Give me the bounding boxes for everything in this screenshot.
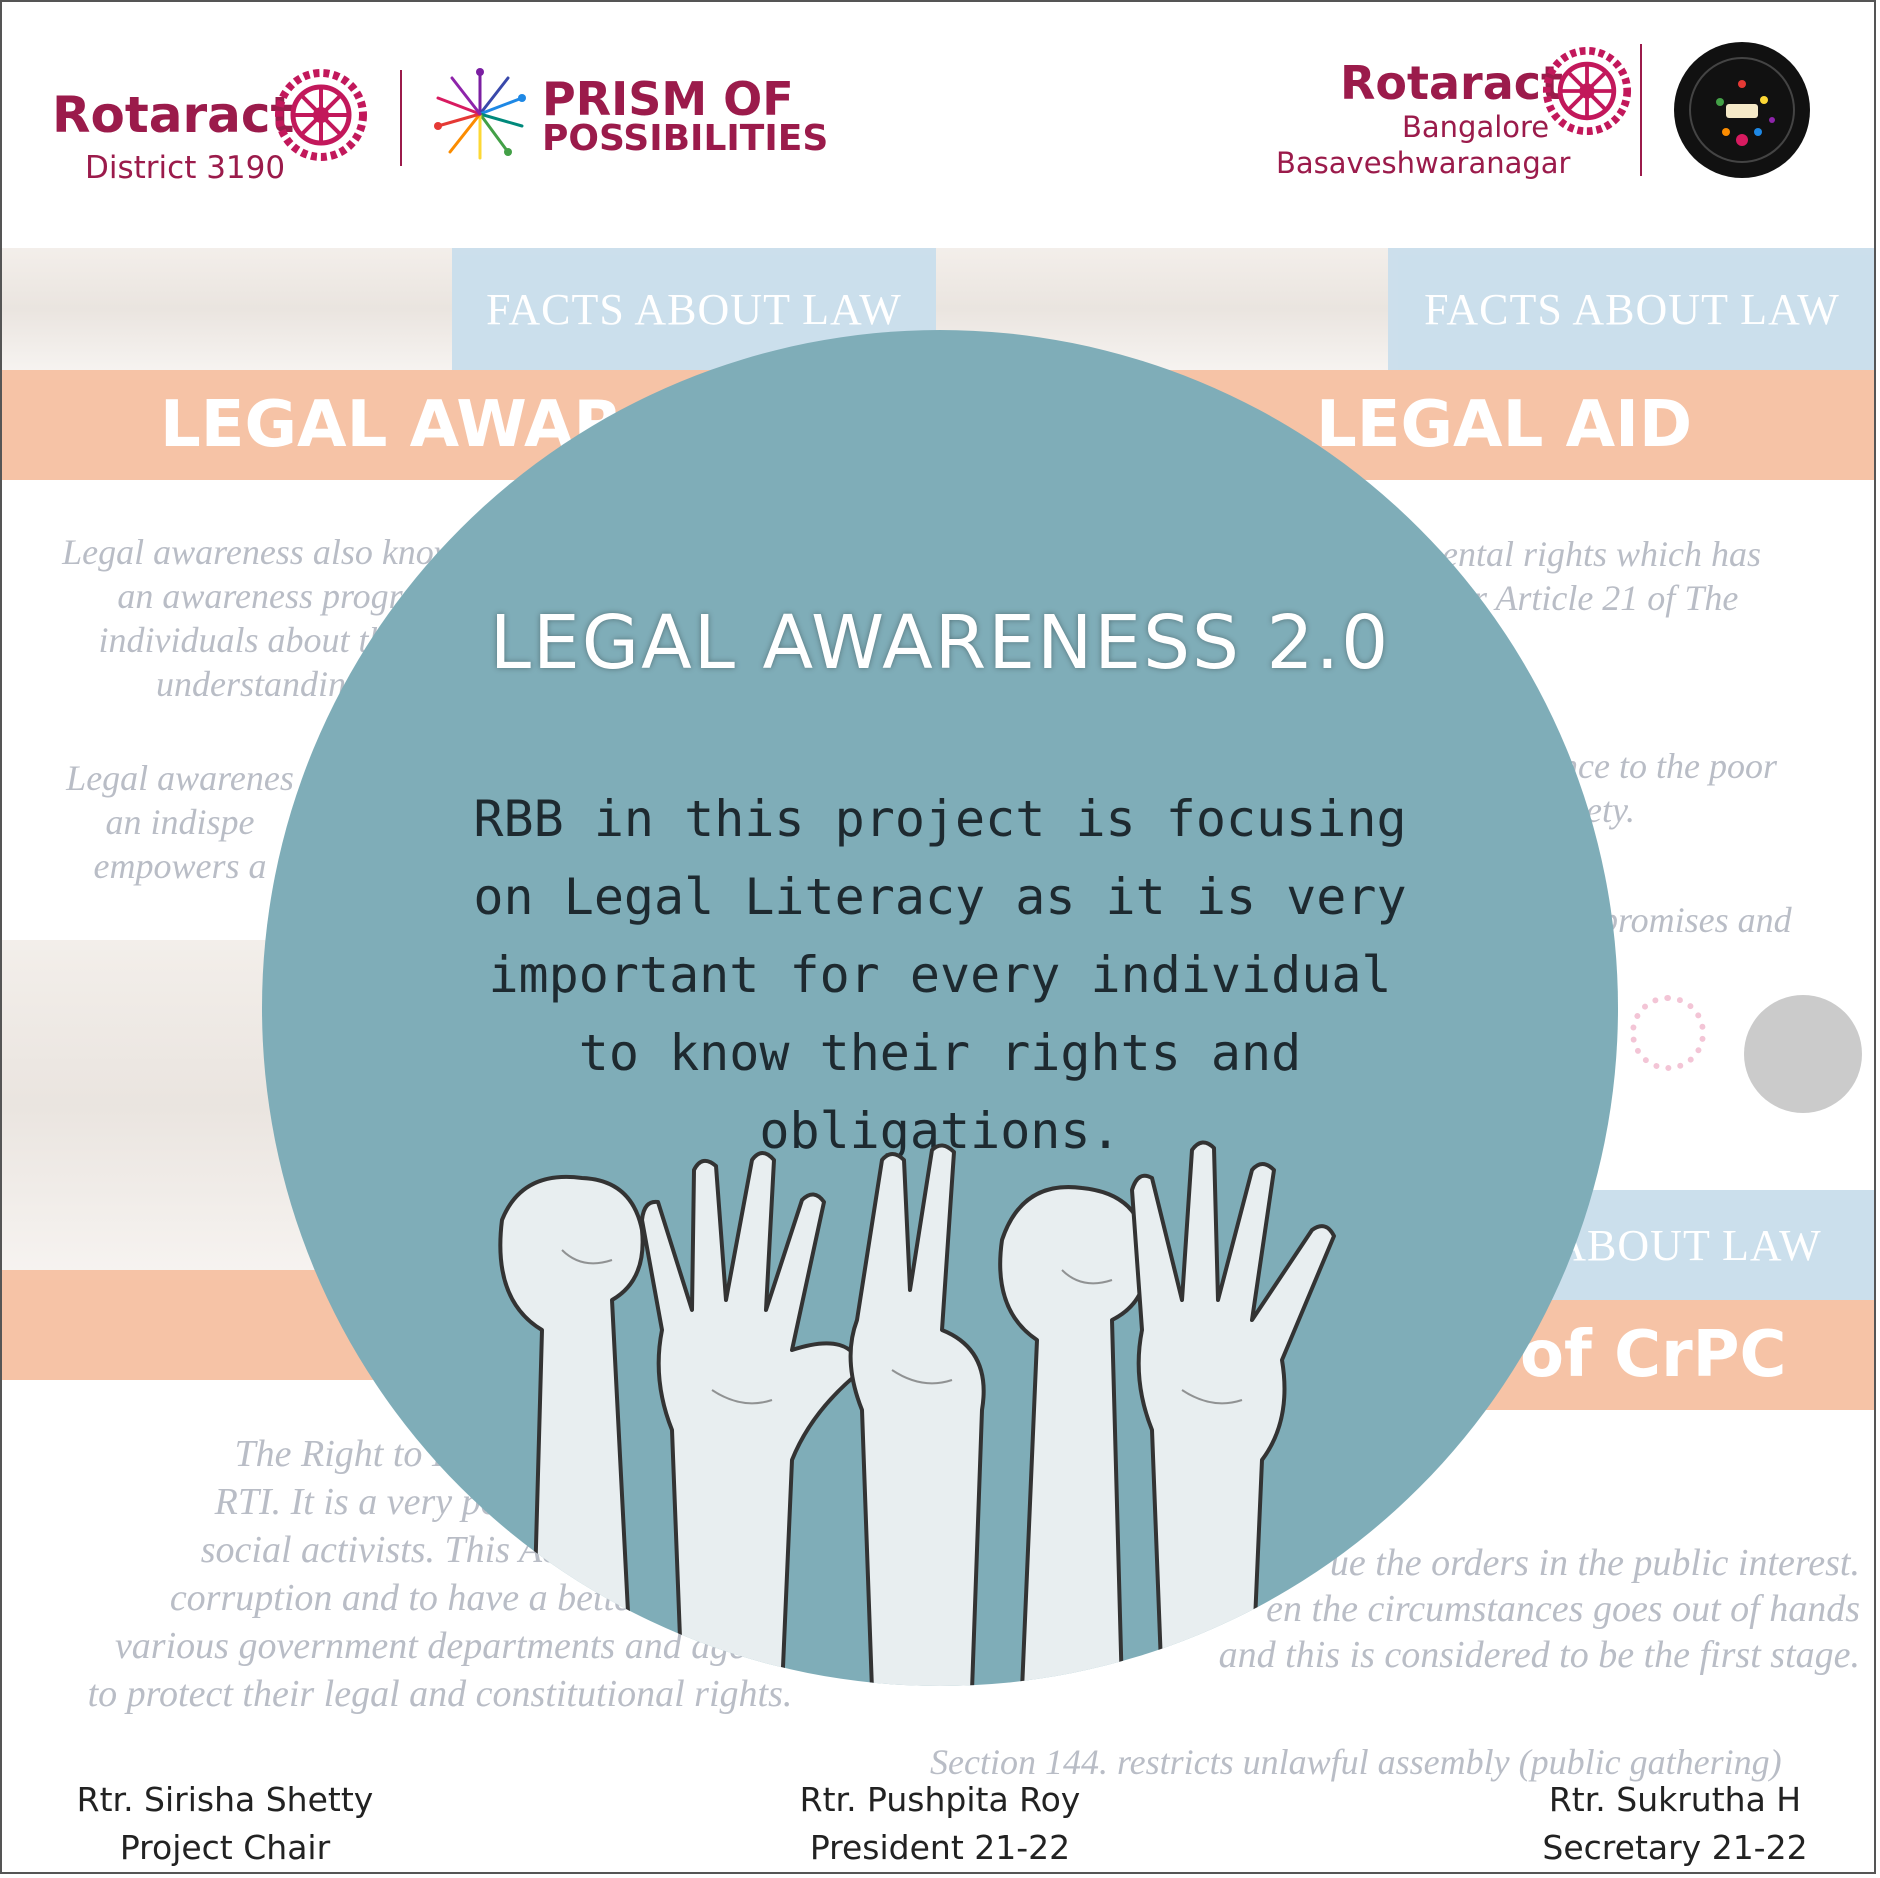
legal-aid-text-2: nce to the poor ciety.	[1560, 746, 1777, 830]
raised-hands-icon	[462, 1130, 1418, 1686]
club-city: Bangalore	[1402, 110, 1550, 144]
rotaract-district-logo: Rotaract District 3190	[52, 68, 382, 188]
prism-line-2: POSSIBILITIES	[542, 117, 829, 159]
prism-title: PRISM OF POSSIBILITIES	[542, 72, 829, 159]
signature-name: Rtr. Sirisha Shetty	[76, 1780, 374, 1819]
header-divider-right	[1640, 44, 1642, 176]
rotaract-wordmark: Rotaract	[52, 86, 295, 144]
legal-aid-text-3: promises and	[1600, 900, 1792, 940]
signature-name: Rtr. Pushpita Roy	[799, 1780, 1081, 1819]
prism-line-1: PRISM OF	[542, 72, 794, 126]
legal-awareness-circle: LEGAL AWARENESS 2.0 RBB in this project …	[262, 330, 1618, 1686]
signature-role: Secretary 21-22	[1542, 1828, 1808, 1867]
signature-secretary: Rtr. Sukrutha H Secretary 21-22	[1480, 1776, 1870, 1872]
rotaract-wordmark-right: Rotaract	[1340, 56, 1564, 110]
faded-club-logo	[1744, 995, 1862, 1113]
facts-band-right: FACTS ABOUT LAW	[1388, 248, 1876, 370]
circle-title: LEGAL AWARENESS 2.0	[489, 600, 1391, 686]
rotary-wheel-icon-right	[1542, 46, 1632, 136]
club-emblem-icon	[1672, 40, 1812, 180]
signature-role: Project Chair	[119, 1828, 331, 1867]
signature-president: Rtr. Pushpita Roy President 21-22	[740, 1776, 1140, 1872]
faded-rotary-logo	[1630, 995, 1706, 1071]
district-label: District 3190	[85, 150, 286, 186]
rotaract-club-logo: Rotaract Bangalore Basaveshwaranagar	[1270, 46, 1640, 196]
starburst-icon	[430, 64, 530, 164]
club-area: Basaveshwaranagar	[1276, 146, 1571, 180]
signature-role: President 21-22	[809, 1828, 1071, 1867]
gavel-photo	[0, 248, 452, 370]
signature-project-chair: Rtr. Sirisha Shetty Project Chair	[30, 1776, 420, 1872]
header-divider-left	[400, 70, 402, 166]
rotary-wheel-icon	[274, 68, 368, 162]
signature-name: Rtr. Sukrutha H	[1548, 1780, 1802, 1819]
circle-body: RBB in this project is focusing on Legal…	[473, 790, 1407, 1160]
prism-of-possibilities-logo: PRISM OF POSSIBILITIES	[430, 64, 828, 174]
